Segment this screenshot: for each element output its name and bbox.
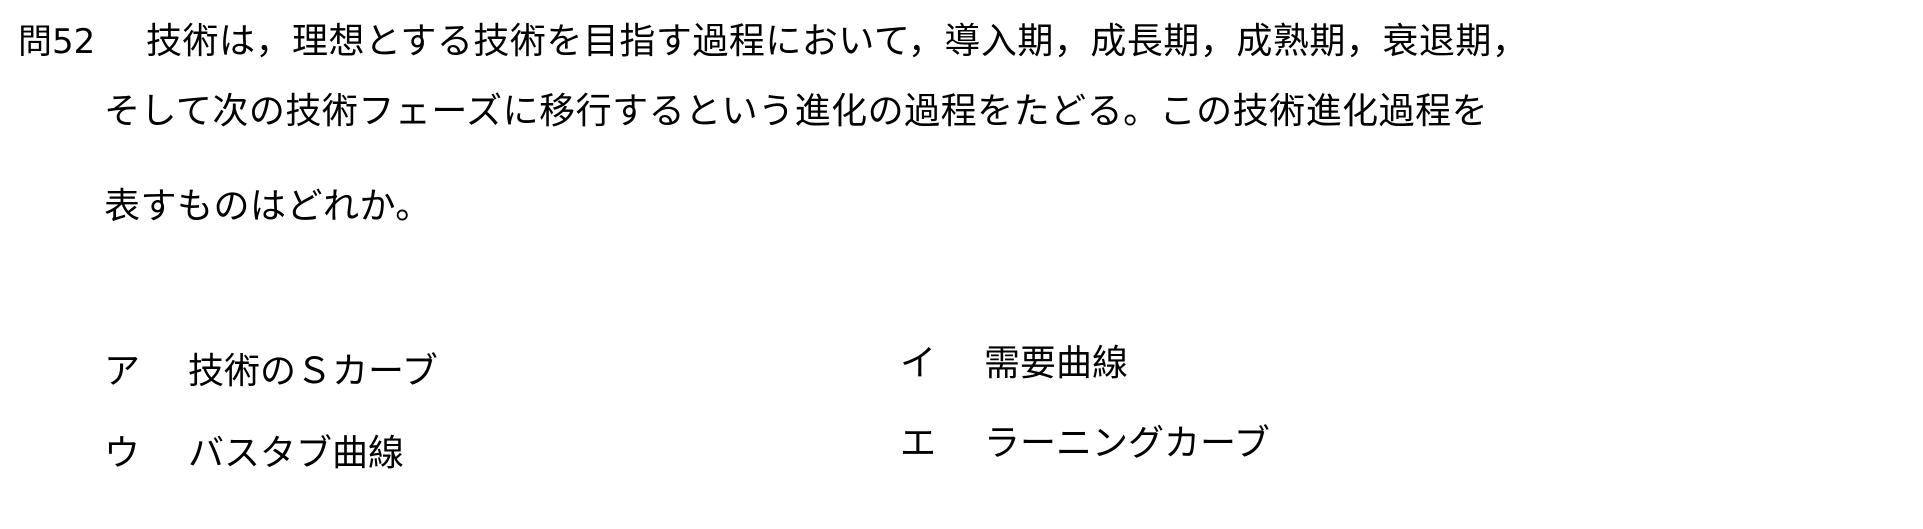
option-i-label: イ xyxy=(900,343,937,384)
option-a-label: ア xyxy=(104,351,141,392)
exam-page: 問52 技術は，理想とする技術を目指す過程において，導入期，成長期，成熟期，衰退… xyxy=(0,0,1923,529)
option-u-label: ウ xyxy=(104,433,141,474)
option-e-label: エ xyxy=(900,423,937,464)
question-text-line-2: そして次の技術フェーズに移行するという進化の過程をたどる。この技術進化過程を xyxy=(104,91,1489,132)
option-i: イ 需要曲線 xyxy=(900,342,1128,386)
option-e: エ ラーニングカーブ xyxy=(900,422,1270,466)
option-a-text: 技術のＳカーブ xyxy=(188,351,438,392)
question-text-line-1: 技術は，理想とする技術を目指す過程において，導入期，成長期，成熟期，衰退期， xyxy=(146,21,1529,62)
option-a: ア 技術のＳカーブ xyxy=(104,350,438,394)
option-u-text: バスタブ曲線 xyxy=(188,433,405,474)
question-text-line-3: 表すものはどれか。 xyxy=(104,186,432,227)
option-i-text: 需要曲線 xyxy=(984,343,1129,384)
option-u: ウ バスタブ曲線 xyxy=(104,432,404,476)
option-e-text: ラーニングカーブ xyxy=(984,423,1270,464)
question-number: 問52 xyxy=(18,22,96,62)
